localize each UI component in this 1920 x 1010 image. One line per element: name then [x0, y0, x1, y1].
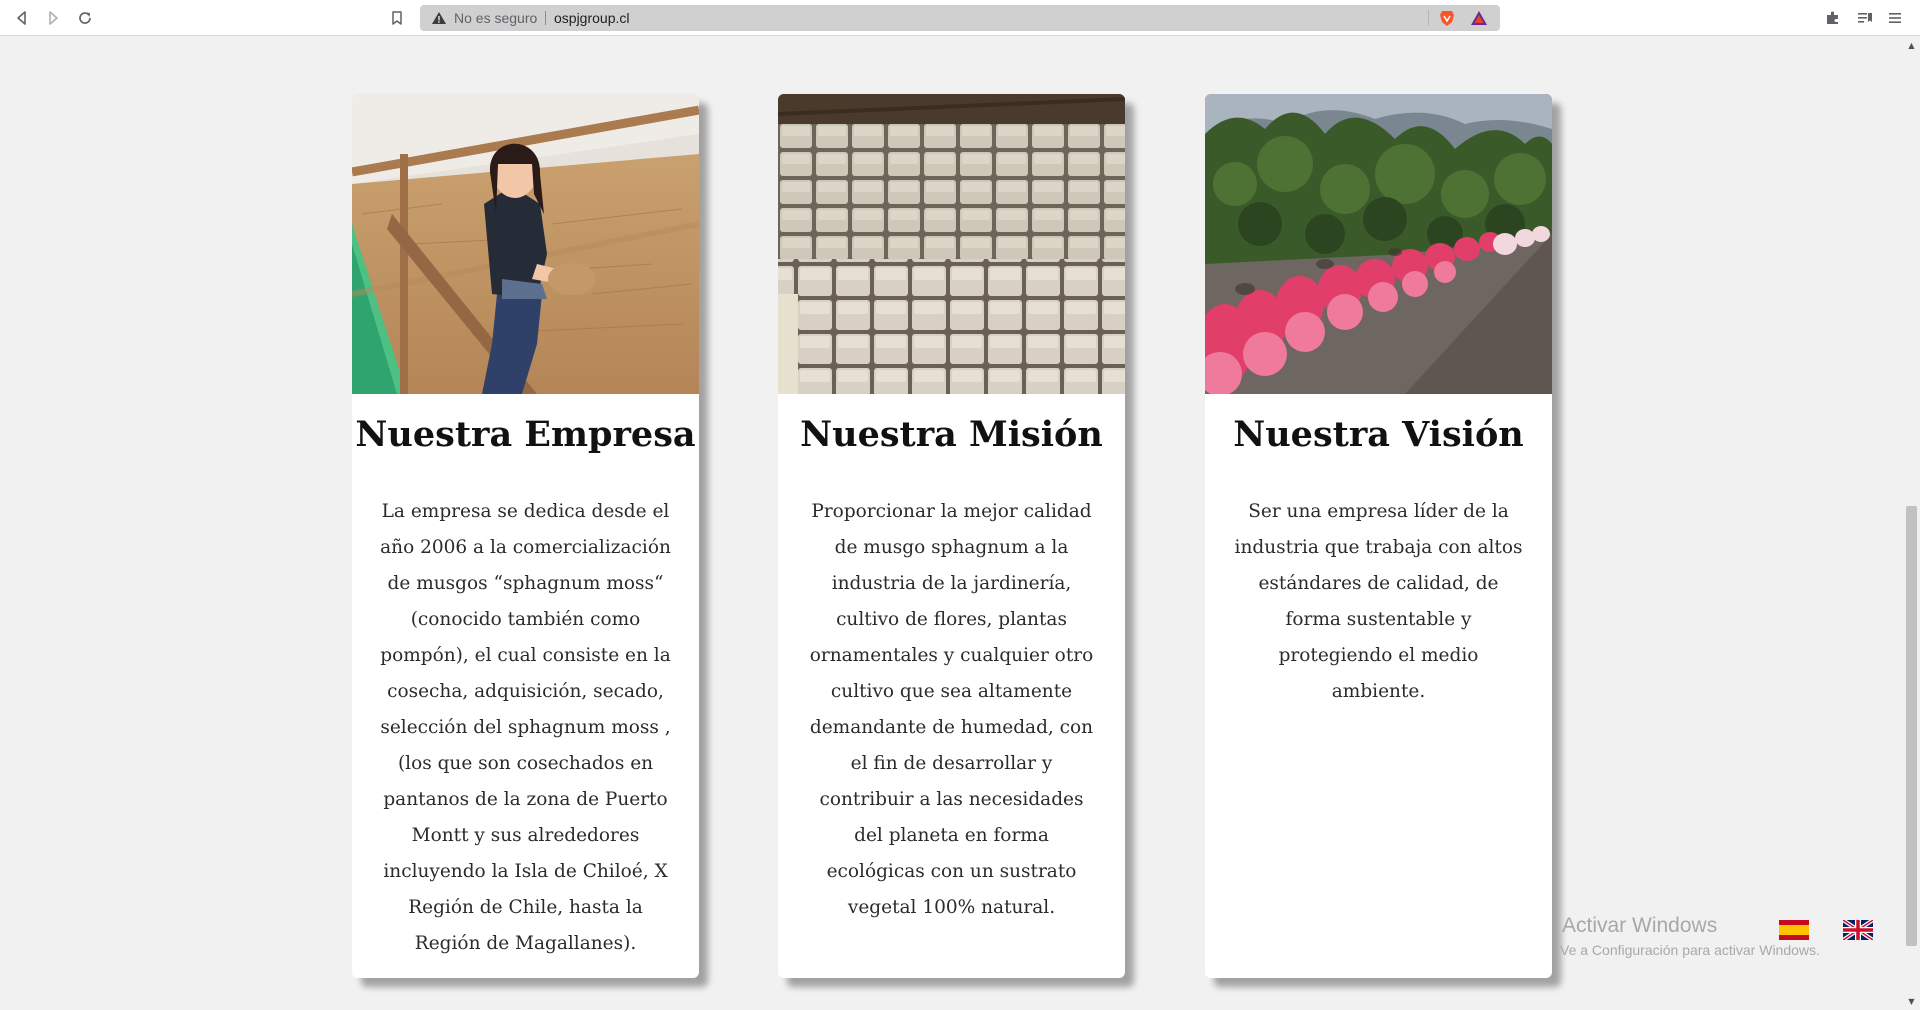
browser-toolbar: No es seguro ospjgroup.cl — [0, 0, 1920, 36]
url-divider — [545, 11, 546, 25]
card-body: La empresa se dedica desde el año 2006 a… — [380, 501, 671, 954]
moss-sacks-photo — [1205, 94, 1552, 394]
card-title: Nuestra Empresa — [355, 414, 696, 455]
card-body: Ser una empresa líder de la industria qu… — [1234, 501, 1523, 702]
bookmark-icon[interactable] — [385, 6, 409, 30]
card-title: Nuestra Visión — [1233, 414, 1524, 455]
scroll-down-arrow-icon[interactable]: ▼ — [1903, 994, 1920, 1008]
windows-activation-subtitle: Ve a Configuración para activar Windows. — [1560, 942, 1820, 958]
company-photo — [352, 94, 699, 394]
brave-lion-icon[interactable] — [1438, 9, 1458, 27]
reload-icon[interactable] — [73, 6, 97, 30]
reading-list-icon[interactable] — [1853, 6, 1877, 30]
forward-arrow-icon[interactable] — [41, 6, 65, 30]
moss-bales-photo — [778, 94, 1125, 394]
spain-flag-icon[interactable] — [1779, 920, 1809, 940]
card-nuestra-mision: Nuestra Misión Proporcionar la mejor cal… — [778, 94, 1125, 978]
card-nuestra-vision: Nuestra Visión Ser una empresa líder de … — [1205, 94, 1552, 978]
warning-icon[interactable] — [430, 9, 448, 27]
windows-activation-title: Activar Windows — [1562, 914, 1718, 937]
scroll-up-arrow-icon[interactable]: ▲ — [1903, 38, 1920, 52]
security-status-label[interactable]: No es seguro — [454, 10, 537, 26]
scrollbar-thumb[interactable] — [1906, 506, 1917, 946]
shields-separator — [1428, 10, 1429, 26]
card-title: Nuestra Misión — [800, 414, 1103, 455]
uk-flag-icon[interactable] — [1841, 918, 1875, 942]
rewards-triangle-icon[interactable] — [1470, 9, 1490, 27]
back-arrow-icon[interactable] — [10, 6, 34, 30]
puzzle-icon[interactable] — [1821, 6, 1845, 30]
address-bar[interactable]: No es seguro ospjgroup.cl — [420, 5, 1500, 31]
url-text[interactable]: ospjgroup.cl — [554, 10, 630, 26]
hamburger-menu-icon[interactable] — [1883, 6, 1907, 30]
card-nuestra-empresa: Nuestra Empresa La empresa se dedica des… — [352, 94, 699, 978]
card-body: Proporcionar la mejor calidad de musgo s… — [809, 501, 1094, 918]
